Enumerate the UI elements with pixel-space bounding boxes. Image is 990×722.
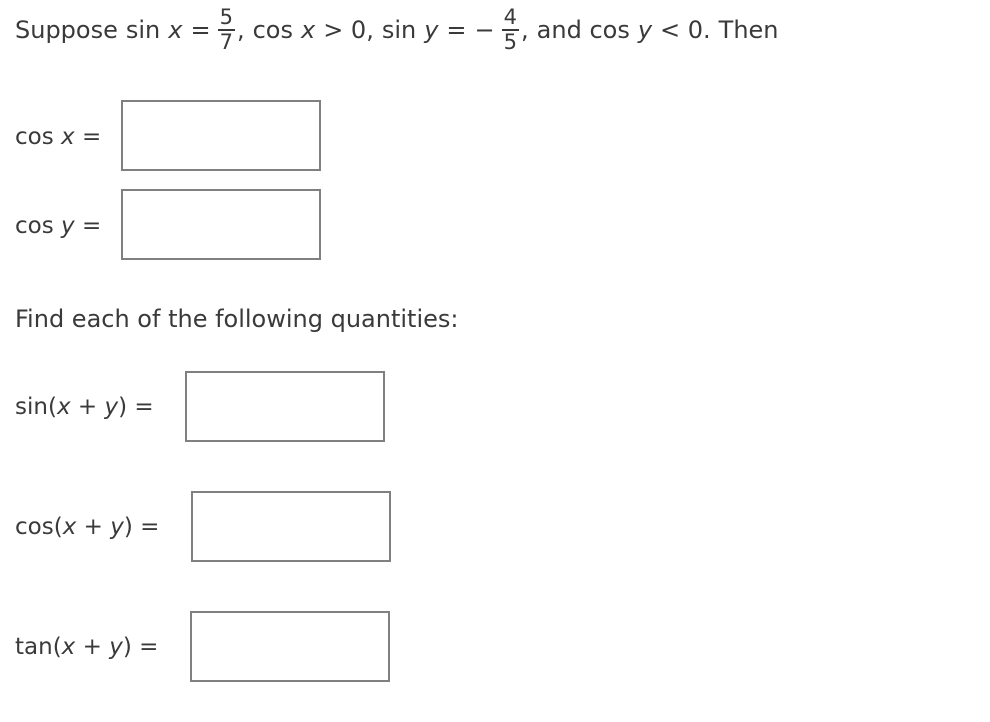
equals-sign: = — [190, 16, 211, 44]
comma: , — [236, 16, 245, 44]
fn-name: cos — [15, 213, 54, 239]
fn-name: cos — [15, 124, 54, 150]
var-x: x — [61, 124, 75, 150]
var-y: y — [109, 634, 123, 660]
var-x: x — [61, 634, 76, 660]
equals-sign: = — [446, 16, 467, 44]
cos-x-label: cos x = — [15, 126, 101, 149]
var-y: y — [104, 394, 119, 420]
equals-sign: = — [81, 213, 102, 239]
fn-name: tan( — [15, 634, 62, 660]
cos-y-condition: < 0. — [660, 16, 711, 44]
comma: , — [521, 16, 529, 44]
fn-name: cos( — [15, 514, 63, 540]
var-x: x — [300, 16, 316, 44]
and-cos-text: and cos — [536, 16, 630, 44]
var-y: y — [110, 514, 124, 540]
equals-sign: = — [81, 124, 102, 150]
close-paren: ) — [123, 514, 133, 540]
cos-fn: cos — [252, 16, 293, 44]
fraction-sin-x: 5 7 — [217, 5, 235, 54]
plus-sign: + — [82, 634, 102, 660]
fraction-numerator: 4 — [501, 5, 520, 31]
cos-x-condition: > 0, — [323, 16, 374, 44]
sin-fn: sin — [125, 16, 161, 44]
cos-x-plus-y-input[interactable] — [191, 491, 391, 562]
var-y: y — [61, 213, 75, 239]
fraction-sin-y: 4 5 — [501, 5, 520, 54]
sin-x-plus-y-input[interactable] — [185, 371, 385, 442]
then-text: Then — [718, 16, 779, 44]
tan-x-plus-y-label: tan(x + y) = — [15, 636, 158, 659]
var-y: y — [637, 16, 653, 44]
close-paren: ) — [122, 634, 132, 660]
equals-sign: = — [134, 394, 154, 420]
tan-x-plus-y-input[interactable] — [190, 611, 390, 682]
instruction-text: Find each of the following quantities: — [15, 305, 459, 333]
fn-name: sin( — [15, 394, 57, 420]
var-x: x — [168, 16, 183, 44]
var-x: x — [56, 394, 71, 420]
minus-sign: − — [474, 16, 495, 44]
var-y: y — [424, 16, 439, 44]
fraction-denominator: 5 — [503, 30, 518, 54]
cos-y-input[interactable] — [121, 189, 321, 260]
cos-x-input[interactable] — [121, 100, 321, 171]
cos-x-plus-y-label: cos(x + y) = — [15, 516, 159, 539]
plus-sign: + — [83, 514, 103, 540]
fraction-numerator: 5 — [217, 5, 235, 31]
sin-fn: sin — [381, 16, 417, 44]
problem-statement: Suppose sin x = 5 7 , cos x > 0, sin y =… — [15, 5, 779, 55]
close-paren: ) — [118, 394, 128, 420]
var-x: x — [62, 514, 77, 540]
plus-sign: + — [77, 394, 98, 420]
fraction-denominator: 7 — [219, 30, 233, 54]
intro-text: Suppose — [15, 16, 118, 44]
equals-sign: = — [140, 514, 160, 540]
sin-x-plus-y-label: sin(x + y) = — [15, 396, 154, 419]
equals-sign: = — [139, 634, 159, 660]
cos-y-label: cos y = — [15, 215, 101, 238]
